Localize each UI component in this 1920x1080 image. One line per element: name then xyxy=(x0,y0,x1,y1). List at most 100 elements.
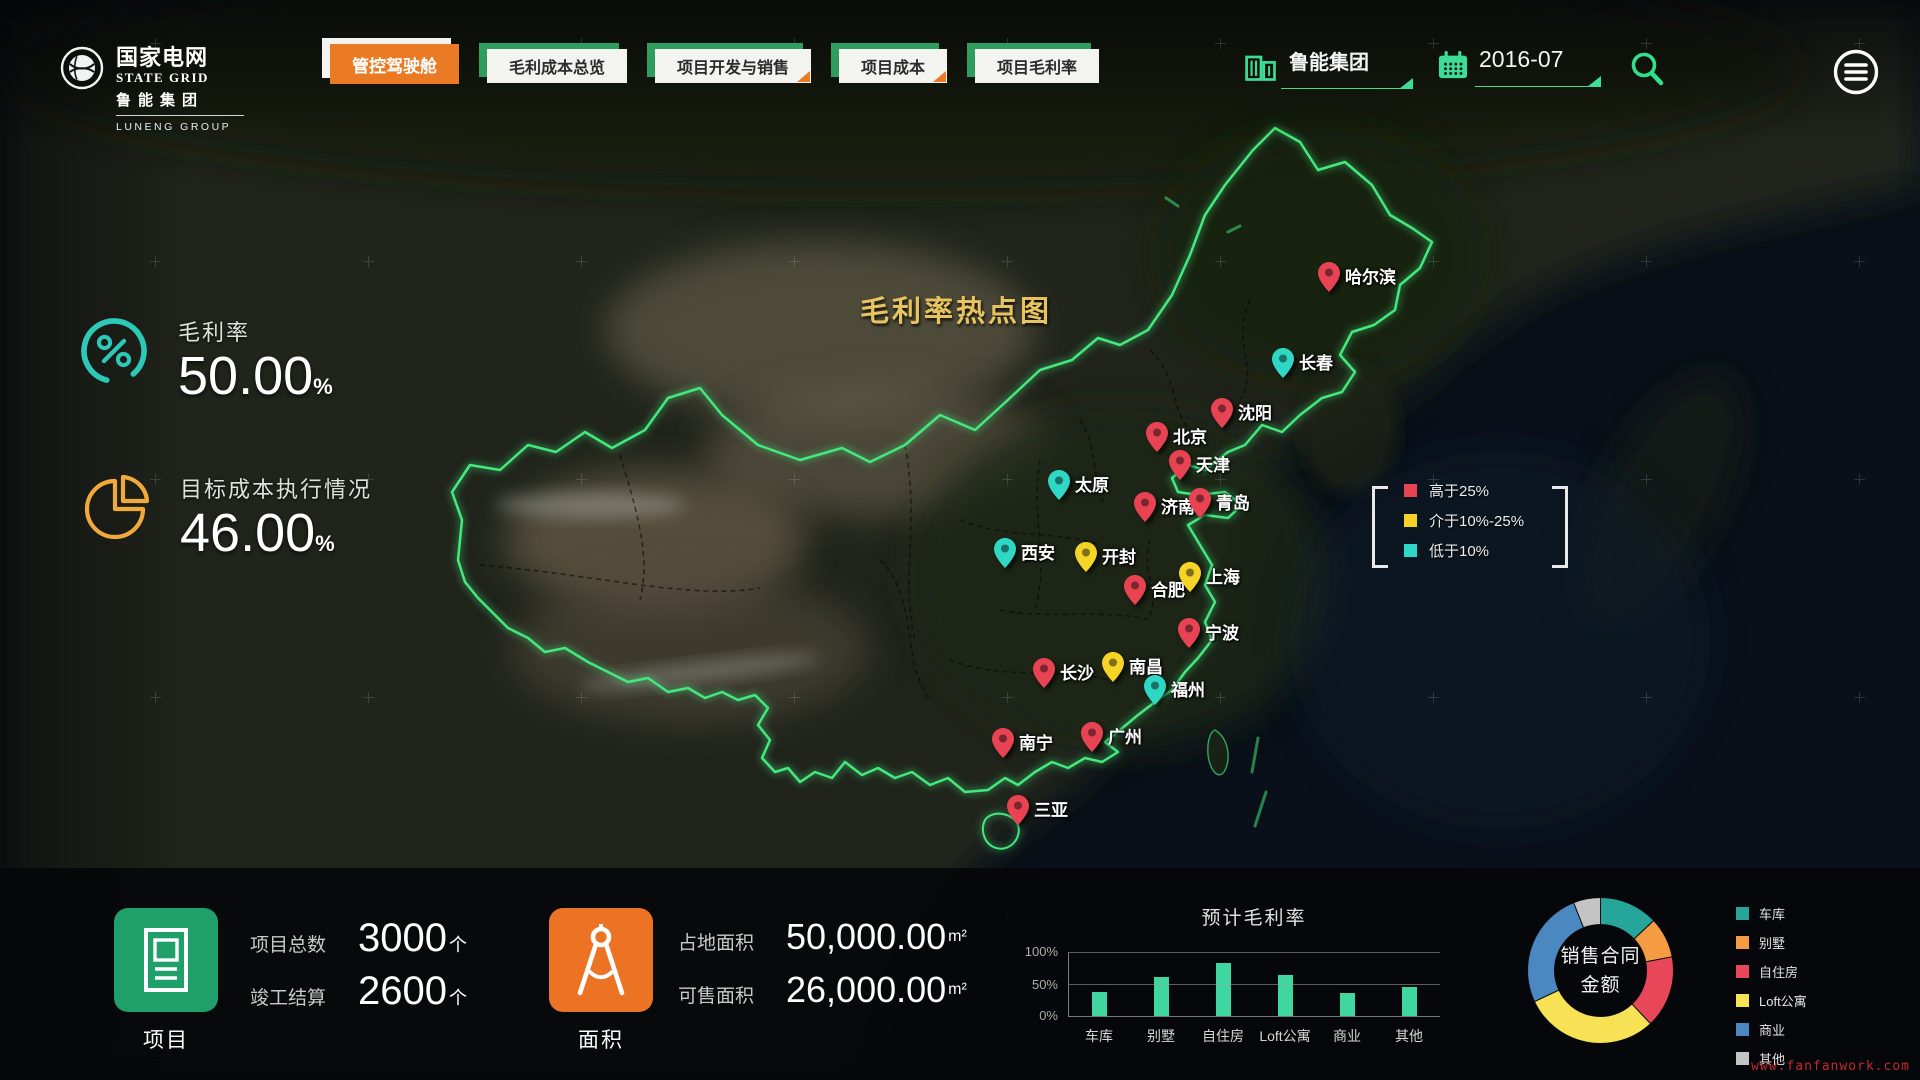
stat-card-projects: 项目 xyxy=(114,908,218,1054)
grid-plus-mark xyxy=(1641,256,1652,267)
org-selector[interactable]: 鲁能集团 xyxy=(1243,46,1369,85)
nav-tab-0[interactable]: 管控驾驶舱 xyxy=(330,44,459,84)
city-pin-南宁[interactable]: 南宁 xyxy=(992,728,1014,763)
donut-legend-row-自住房: 自住房 xyxy=(1736,962,1807,981)
city-pin-label: 西安 xyxy=(1021,539,1055,564)
city-pin-label: 广州 xyxy=(1108,723,1142,748)
bar-category-label: 商业 xyxy=(1316,1026,1378,1046)
nav-tab-3[interactable]: 项目成本 xyxy=(839,49,947,83)
legend-row-mid: 介于10%-25% xyxy=(1404,510,1524,531)
city-pin-太原[interactable]: 太原 xyxy=(1048,470,1070,505)
stat-unit: 个 xyxy=(449,984,467,1010)
kpi-unit: % xyxy=(313,374,333,399)
city-pin-济南[interactable]: 济南 xyxy=(1134,492,1156,527)
map-pin-icon xyxy=(1134,492,1156,522)
bar-category-label: 车库 xyxy=(1068,1026,1130,1046)
grid-plus-mark xyxy=(1002,692,1013,703)
map-pin-icon xyxy=(1211,398,1233,428)
nav-tab-4[interactable]: 项目毛利率 xyxy=(975,49,1099,83)
brand-title-en: STATE GRID xyxy=(116,70,244,85)
donut-legend: 车库别墅自住房Loft公寓商业其他 xyxy=(1736,904,1807,1078)
kpi-gross-margin: 毛利率 50.00% xyxy=(78,315,333,416)
city-pin-三亚[interactable]: 三亚 xyxy=(1007,795,1029,830)
city-pin-福州[interactable]: 福州 xyxy=(1144,675,1166,710)
city-pin-南昌[interactable]: 南昌 xyxy=(1102,652,1124,687)
grid-plus-mark xyxy=(576,474,587,485)
grid-plus-mark xyxy=(150,256,161,267)
city-pin-北京[interactable]: 北京 xyxy=(1146,422,1168,457)
stat-unit: 个 xyxy=(449,931,467,957)
map-legend: 高于25%介于10%-25%低于10% xyxy=(1372,466,1568,568)
brand-subtitle-en: LUNENG GROUP xyxy=(116,121,244,133)
grid-plus-mark xyxy=(1641,474,1652,485)
city-pin-label: 南宁 xyxy=(1019,729,1053,754)
bar-Loft公寓 xyxy=(1278,975,1293,1016)
map-pin-icon xyxy=(1179,562,1201,592)
tab-label: 管控驾驶舱 xyxy=(352,52,437,77)
city-pin-青岛[interactable]: 青岛 xyxy=(1189,488,1211,523)
legend-rows: 高于25%介于10%-25%低于10% xyxy=(1404,480,1524,570)
brand-subtitle-cn: 鲁能集团 xyxy=(116,92,244,109)
brand-title-cn: 国家电网 xyxy=(116,46,244,70)
city-pin-天津[interactable]: 天津 xyxy=(1169,450,1191,485)
city-pin-宁波[interactable]: 宁波 xyxy=(1178,618,1200,653)
city-pin-label: 沈阳 xyxy=(1238,399,1272,424)
donut-title-line2: 金额 xyxy=(1580,971,1620,1000)
legend-label: 车库 xyxy=(1759,904,1785,923)
legend-swatch xyxy=(1736,936,1749,949)
nav-tab-2[interactable]: 项目开发与销售 xyxy=(655,49,811,83)
city-pin-长春[interactable]: 长春 xyxy=(1272,348,1294,383)
bar-其他 xyxy=(1402,987,1417,1016)
grid-plus-mark xyxy=(1641,38,1652,49)
state-grid-emblem-icon xyxy=(60,46,104,90)
legend-swatch xyxy=(1736,965,1749,978)
legend-label: 自住房 xyxy=(1759,962,1798,981)
city-pin-上海[interactable]: 上海 xyxy=(1179,562,1201,597)
map-pin-icon xyxy=(992,728,1014,758)
city-pin-沈阳[interactable]: 沈阳 xyxy=(1211,398,1233,433)
tab-label: 项目成本 xyxy=(861,54,925,78)
donut-legend-row-商业: 商业 xyxy=(1736,1020,1807,1039)
stat-card-name: 项目 xyxy=(114,1024,218,1054)
search-button[interactable] xyxy=(1628,50,1666,93)
donut-center-label: 销售合同 金额 xyxy=(1525,895,1676,1046)
stat-unit: m² xyxy=(948,928,967,946)
city-pin-label: 哈尔滨 xyxy=(1345,263,1396,288)
city-pin-长沙[interactable]: 长沙 xyxy=(1033,658,1055,693)
stat-label: 项目总数 xyxy=(250,930,358,957)
grid-plus-mark xyxy=(1428,256,1439,267)
map-title: 毛利率热点图 xyxy=(860,288,1052,330)
legend-swatch xyxy=(1736,907,1749,920)
grid-plus-mark xyxy=(1215,38,1226,49)
legend-label: 商业 xyxy=(1759,1020,1785,1039)
map-pin-icon xyxy=(1007,795,1029,825)
map-pin-icon xyxy=(1318,262,1340,292)
stat-card-name: 面积 xyxy=(549,1024,653,1054)
bar-category-label: 别墅 xyxy=(1130,1026,1192,1046)
kpi-value: 46.00 xyxy=(180,503,315,563)
bar-车库 xyxy=(1092,992,1107,1016)
legend-row-high: 高于25% xyxy=(1404,480,1524,501)
city-pin-西安[interactable]: 西安 xyxy=(994,538,1016,573)
kpi-unit: % xyxy=(315,531,335,556)
kpi-value: 50.00 xyxy=(178,346,313,406)
city-pin-广州[interactable]: 广州 xyxy=(1081,722,1103,757)
stat-rows-projects: 项目总数 3000 个 竣工结算 2600 个 xyxy=(250,916,467,1022)
donut-legend-row-别墅: 别墅 xyxy=(1736,933,1807,952)
stat-label: 竣工结算 xyxy=(250,983,358,1010)
map-pin-icon xyxy=(1033,658,1055,688)
map-pin-icon xyxy=(1272,348,1294,378)
grid-plus-mark xyxy=(1002,474,1013,485)
menu-button[interactable] xyxy=(1832,48,1880,101)
nav-tab-1[interactable]: 毛利成本总览 xyxy=(487,49,627,83)
grid-plus-mark xyxy=(789,256,800,267)
org-selector-value: 鲁能集团 xyxy=(1289,46,1369,85)
legend-swatch xyxy=(1736,1023,1749,1036)
date-selector[interactable]: 2016-07 xyxy=(1437,46,1563,83)
city-pin-哈尔滨[interactable]: 哈尔滨 xyxy=(1318,262,1340,297)
city-pin-label: 北京 xyxy=(1173,423,1207,448)
map-pin-icon xyxy=(994,538,1016,568)
dashboard: 国家电网 STATE GRID 鲁能集团 LUNENG GROUP 管控驾驶舱毛… xyxy=(0,0,1920,1080)
city-pin-合肥[interactable]: 合肥 xyxy=(1124,575,1146,610)
city-pin-开封[interactable]: 开封 xyxy=(1075,542,1097,577)
